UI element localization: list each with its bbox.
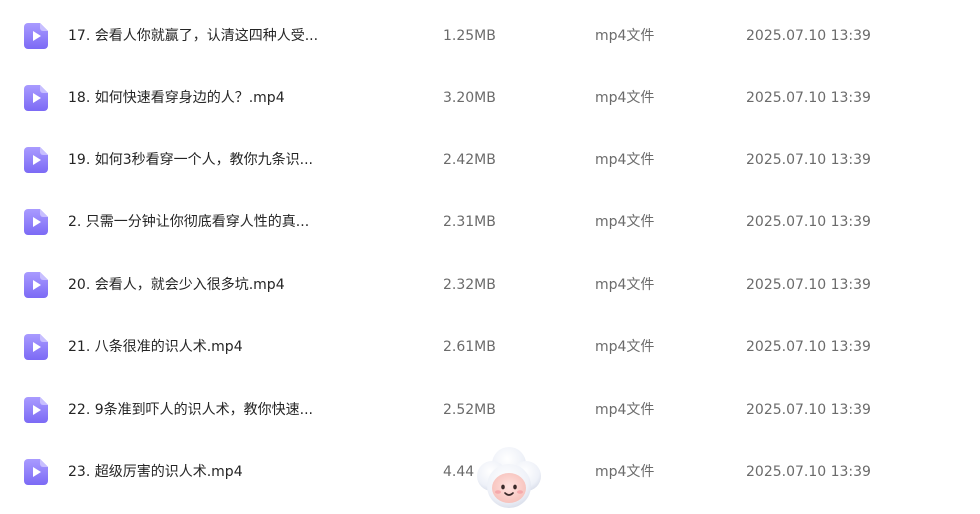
file-row[interactable]: 17. 会看人你就赢了，认清这四种人受... 1.25MB mp4文件 2025…: [0, 12, 980, 60]
file-date: 2025.07.10 13:39: [746, 90, 871, 106]
file-type: mp4文件: [595, 339, 655, 355]
file-date: 2025.07.10 13:39: [746, 277, 871, 293]
file-date: 2025.07.10 13:39: [746, 464, 871, 480]
file-type: mp4文件: [595, 277, 655, 293]
file-size: 2.61MB: [443, 339, 496, 355]
video-file-icon: [24, 334, 48, 360]
file-date: 2025.07.10 13:39: [746, 214, 871, 230]
file-size: 2.31MB: [443, 214, 496, 230]
file-date: 2025.07.10 13:39: [746, 339, 871, 355]
file-row[interactable]: 22. 9条准到吓人的识人术，教你快速... 2.52MB mp4文件 2025…: [0, 386, 980, 434]
file-name[interactable]: 19. 如何3秒看穿一个人，教你九条识...: [68, 136, 313, 184]
file-name[interactable]: 2. 只需一分钟让你彻底看穿人性的真...: [68, 198, 309, 246]
file-date: 2025.07.10 13:39: [746, 152, 871, 168]
video-file-icon: [24, 397, 48, 423]
file-name[interactable]: 21. 八条很准的识人术.mp4: [68, 323, 243, 371]
file-date: 2025.07.10 13:39: [746, 402, 871, 418]
cloud-assistant-icon[interactable]: [470, 442, 548, 514]
file-row[interactable]: 18. 如何快速看穿身边的人？.mp4 3.20MB mp4文件 2025.07…: [0, 74, 980, 122]
file-type: mp4文件: [595, 402, 655, 418]
file-row[interactable]: 19. 如何3秒看穿一个人，教你九条识... 2.42MB mp4文件 2025…: [0, 136, 980, 184]
file-size: 2.52MB: [443, 402, 496, 418]
file-row[interactable]: 21. 八条很准的识人术.mp4 2.61MB mp4文件 2025.07.10…: [0, 323, 980, 371]
file-type: mp4文件: [595, 90, 655, 106]
video-file-icon: [24, 459, 48, 485]
file-name[interactable]: 18. 如何快速看穿身边的人？.mp4: [68, 74, 285, 122]
file-size: 2.32MB: [443, 277, 496, 293]
file-type: mp4文件: [595, 214, 655, 230]
file-type: mp4文件: [595, 28, 655, 44]
file-name[interactable]: 17. 会看人你就赢了，认清这四种人受...: [68, 12, 318, 60]
file-date: 2025.07.10 13:39: [746, 28, 871, 44]
file-type: mp4文件: [595, 464, 655, 480]
video-file-icon: [24, 147, 48, 173]
file-size: 1.25MB: [443, 28, 496, 44]
video-file-icon: [24, 85, 48, 111]
file-row[interactable]: 2. 只需一分钟让你彻底看穿人性的真... 2.31MB mp4文件 2025.…: [0, 198, 980, 246]
file-name[interactable]: 22. 9条准到吓人的识人术，教你快速...: [68, 386, 313, 434]
file-row[interactable]: 20. 会看人，就会少入很多坑.mp4 2.32MB mp4文件 2025.07…: [0, 261, 980, 309]
video-file-icon: [24, 272, 48, 298]
file-size: 2.42MB: [443, 152, 496, 168]
file-type: mp4文件: [595, 152, 655, 168]
file-name[interactable]: 23. 超级厉害的识人术.mp4: [68, 448, 243, 496]
file-name[interactable]: 20. 会看人，就会少入很多坑.mp4: [68, 261, 285, 309]
file-size: 3.20MB: [443, 90, 496, 106]
video-file-icon: [24, 23, 48, 49]
video-file-icon: [24, 209, 48, 235]
